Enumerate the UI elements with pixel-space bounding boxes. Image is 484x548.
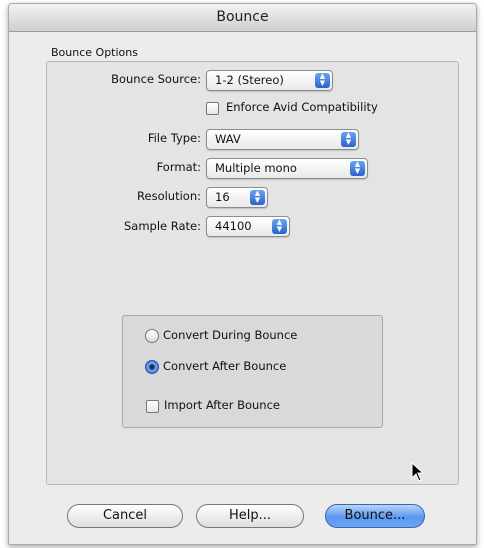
up-down-arrows-icon: ▲ ▼ [315,73,330,88]
up-down-arrows-icon: ▲ ▼ [350,161,365,176]
resolution-popup[interactable]: 16 ▲ ▼ [206,187,268,208]
up-down-arrows-icon: ▲ ▼ [341,132,356,147]
bounce-dialog: Bounce Bounce Options Bounce Source: 1-2… [8,3,477,545]
convert-after-radio[interactable] [145,360,159,374]
sample-rate-value: 44100 [215,219,252,233]
help-button[interactable]: Help... [196,504,304,528]
file-type-value: WAV [215,132,241,146]
file-type-popup[interactable]: WAV ▲ ▼ [206,129,359,150]
convert-after-label: Convert After Bounce [163,359,287,373]
enforce-avid-label: Enforce Avid Compatibility [226,100,378,114]
convert-during-label: Convert During Bounce [163,328,298,342]
file-type-label: File Type: [147,131,201,145]
sample-rate-label: Sample Rate: [123,219,201,233]
import-after-checkbox[interactable] [146,400,159,413]
format-popup[interactable]: Multiple mono ▲ ▼ [206,158,368,179]
bounce-source-popup[interactable]: 1-2 (Stereo) ▲ ▼ [206,70,333,91]
bounce-button[interactable]: Bounce... [325,504,425,528]
up-down-arrows-icon: ▲ ▼ [250,190,265,205]
bounce-options-title: Bounce Options [51,46,138,59]
convert-during-radio[interactable] [145,329,159,343]
enforce-avid-checkbox[interactable] [206,102,219,115]
resolution-label: Resolution: [137,189,201,203]
bounce-source-value: 1-2 (Stereo) [215,73,284,87]
sample-rate-popup[interactable]: 44100 ▲ ▼ [206,216,290,237]
mouse-pointer-icon [411,462,425,482]
format-label: Format: [156,160,201,174]
bounce-source-label: Bounce Source: [111,72,201,86]
cancel-button[interactable]: Cancel [67,504,183,528]
window-title: Bounce [9,4,476,32]
format-value: Multiple mono [215,161,297,175]
resolution-value: 16 [215,190,230,204]
import-after-label: Import After Bounce [164,398,280,412]
up-down-arrows-icon: ▲ ▼ [272,219,287,234]
